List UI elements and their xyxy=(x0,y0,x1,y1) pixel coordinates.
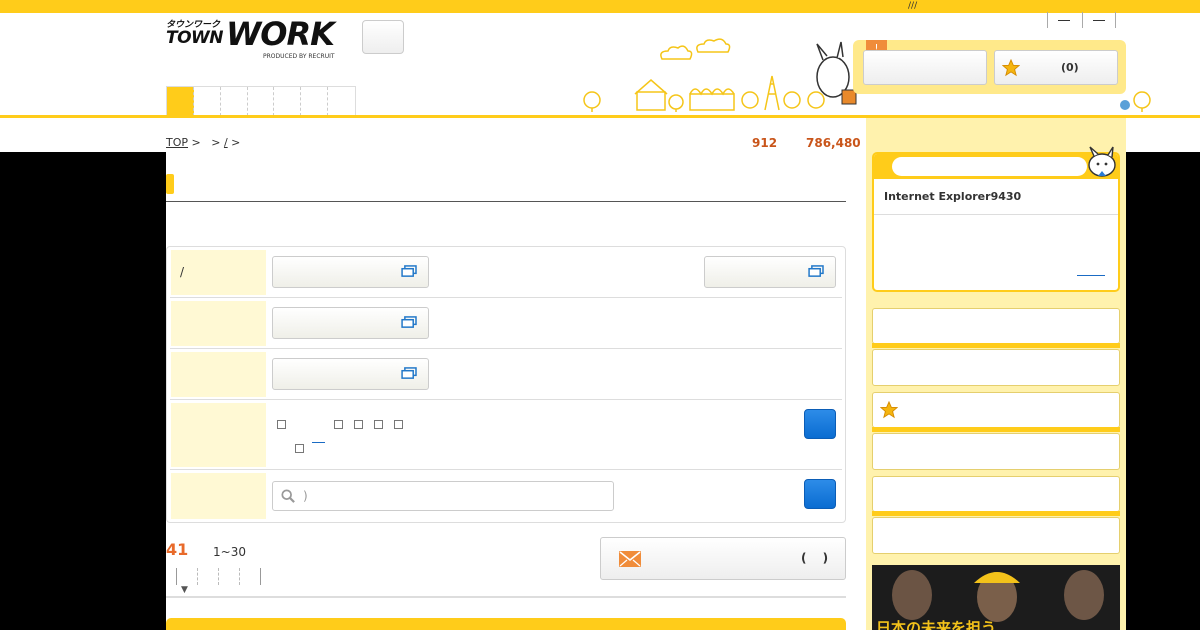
search-panel: / ) xyxy=(166,246,846,523)
sort-tab-5[interactable] xyxy=(260,568,270,585)
ad-banner[interactable]: 日本の未来を担う xyxy=(872,565,1120,630)
breadcrumb-top-link[interactable]: TOP xyxy=(166,136,188,149)
sort-arrow-icon: ▼ xyxy=(181,585,188,595)
result-range: 1~30 xyxy=(213,545,246,559)
notice-header-label xyxy=(892,157,1087,176)
sidebar-separator xyxy=(872,427,1120,432)
employment-checkbox-4[interactable] xyxy=(374,420,383,429)
mail-alert-button[interactable]: ( ) xyxy=(600,537,846,580)
employment-checkbox-6[interactable] xyxy=(295,444,304,453)
breadcrumb-sep: > xyxy=(211,136,221,149)
mascot-icon xyxy=(1088,146,1116,177)
breadcrumb-sep: > xyxy=(231,136,241,149)
search-icon xyxy=(281,489,295,503)
star-icon xyxy=(880,401,898,419)
area-select-button[interactable] xyxy=(272,256,429,288)
station-select-button[interactable] xyxy=(704,256,836,288)
notice-detail-link[interactable] xyxy=(1077,275,1105,276)
search-row-area: / xyxy=(170,247,842,298)
banner-text: 日本の未来を担う xyxy=(876,619,997,630)
nav-tabs xyxy=(166,86,356,116)
employment-checkbox-3[interactable] xyxy=(354,420,363,429)
search-label-conditions xyxy=(171,352,266,397)
mail-icon xyxy=(619,551,641,567)
page-title-rule xyxy=(166,201,846,202)
sort-tabs xyxy=(176,568,286,585)
logo-byline: PRODUCED BY RECRUIT xyxy=(263,53,335,60)
search-label-area: / xyxy=(171,250,266,295)
tab-4[interactable] xyxy=(248,87,275,116)
tab-7[interactable] xyxy=(328,87,355,116)
area-select-button[interactable] xyxy=(362,20,404,54)
employment-checkbox-1[interactable] xyxy=(277,420,286,429)
window-icon xyxy=(401,316,417,328)
top-bar-text: /// xyxy=(908,1,918,11)
tab-6[interactable] xyxy=(301,87,329,116)
window-icon xyxy=(401,367,417,379)
sidebar-separator xyxy=(872,343,1120,348)
breadcrumb: TOP > > / > xyxy=(166,136,240,149)
favorites-button[interactable]: (0) xyxy=(994,50,1118,85)
page-title-marker xyxy=(166,174,174,194)
sidebar-separator xyxy=(872,511,1120,516)
job-count-new: 912 xyxy=(752,136,778,150)
search-row-keyword: ) xyxy=(170,470,842,522)
sort-tab-4[interactable] xyxy=(239,568,260,585)
sidebar-button-5[interactable] xyxy=(872,476,1120,512)
star-icon xyxy=(1002,59,1020,77)
history-button[interactable] xyxy=(863,50,987,85)
sort-tab-3[interactable] xyxy=(218,568,239,585)
result-list-header xyxy=(166,618,846,630)
employment-checkbox-2[interactable] xyxy=(334,420,343,429)
keyword-input[interactable]: ) xyxy=(272,481,614,511)
sort-tab-2[interactable] xyxy=(197,568,218,585)
tab-2[interactable] xyxy=(194,87,221,116)
sidebar-button-favorites[interactable] xyxy=(872,392,1120,428)
conditions-select-button[interactable] xyxy=(272,358,429,390)
window-icon xyxy=(808,265,824,277)
logo[interactable]: タウンワーク TOWN WORK PRODUCED BY RECRUIT xyxy=(166,17,341,63)
browser-notice: Internet Explorer9430 xyxy=(872,152,1120,292)
job-type-select-button[interactable] xyxy=(272,307,429,339)
logo-town: TOWN xyxy=(166,28,224,48)
sort-tab-1[interactable] xyxy=(176,568,197,585)
window-icon xyxy=(401,265,417,277)
search-label-employment xyxy=(171,403,266,467)
notice-header xyxy=(874,154,1118,179)
tab-1[interactable] xyxy=(167,87,194,116)
search-row-conditions xyxy=(170,349,842,400)
sidebar-button-6[interactable] xyxy=(872,517,1120,554)
search-label-job-type xyxy=(171,301,266,346)
employment-checkbox-5[interactable] xyxy=(394,420,403,429)
employment-search-button[interactable] xyxy=(804,409,836,439)
job-count-total: 786,480 xyxy=(806,136,861,150)
employment-detail-link[interactable] xyxy=(312,442,325,443)
top-bar: /// xyxy=(0,0,1200,13)
result-count: 41 xyxy=(166,540,189,559)
keyword-placeholder: ) xyxy=(303,489,308,503)
search-row-job-type xyxy=(170,298,842,349)
breadcrumb-sep: > xyxy=(191,136,201,149)
search-label-keyword xyxy=(171,473,266,519)
notice-divider xyxy=(874,214,1118,215)
favorites-count: (0) xyxy=(1061,61,1079,74)
sidebar-button-1[interactable] xyxy=(872,308,1120,344)
search-row-employment xyxy=(170,400,842,470)
logo-work: WORK xyxy=(226,15,335,53)
result-list-rule xyxy=(166,596,846,598)
notice-title: Internet Explorer9430 xyxy=(884,190,1022,203)
tab-5[interactable] xyxy=(274,87,302,116)
tab-3[interactable] xyxy=(221,87,248,116)
sidebar-button-2[interactable] xyxy=(872,349,1120,386)
breadcrumb-mid-link[interactable]: / xyxy=(224,136,228,149)
sidebar-button-4[interactable] xyxy=(872,433,1120,470)
keyword-search-button[interactable] xyxy=(804,479,836,509)
mail-alert-count: ( ) xyxy=(801,551,829,565)
